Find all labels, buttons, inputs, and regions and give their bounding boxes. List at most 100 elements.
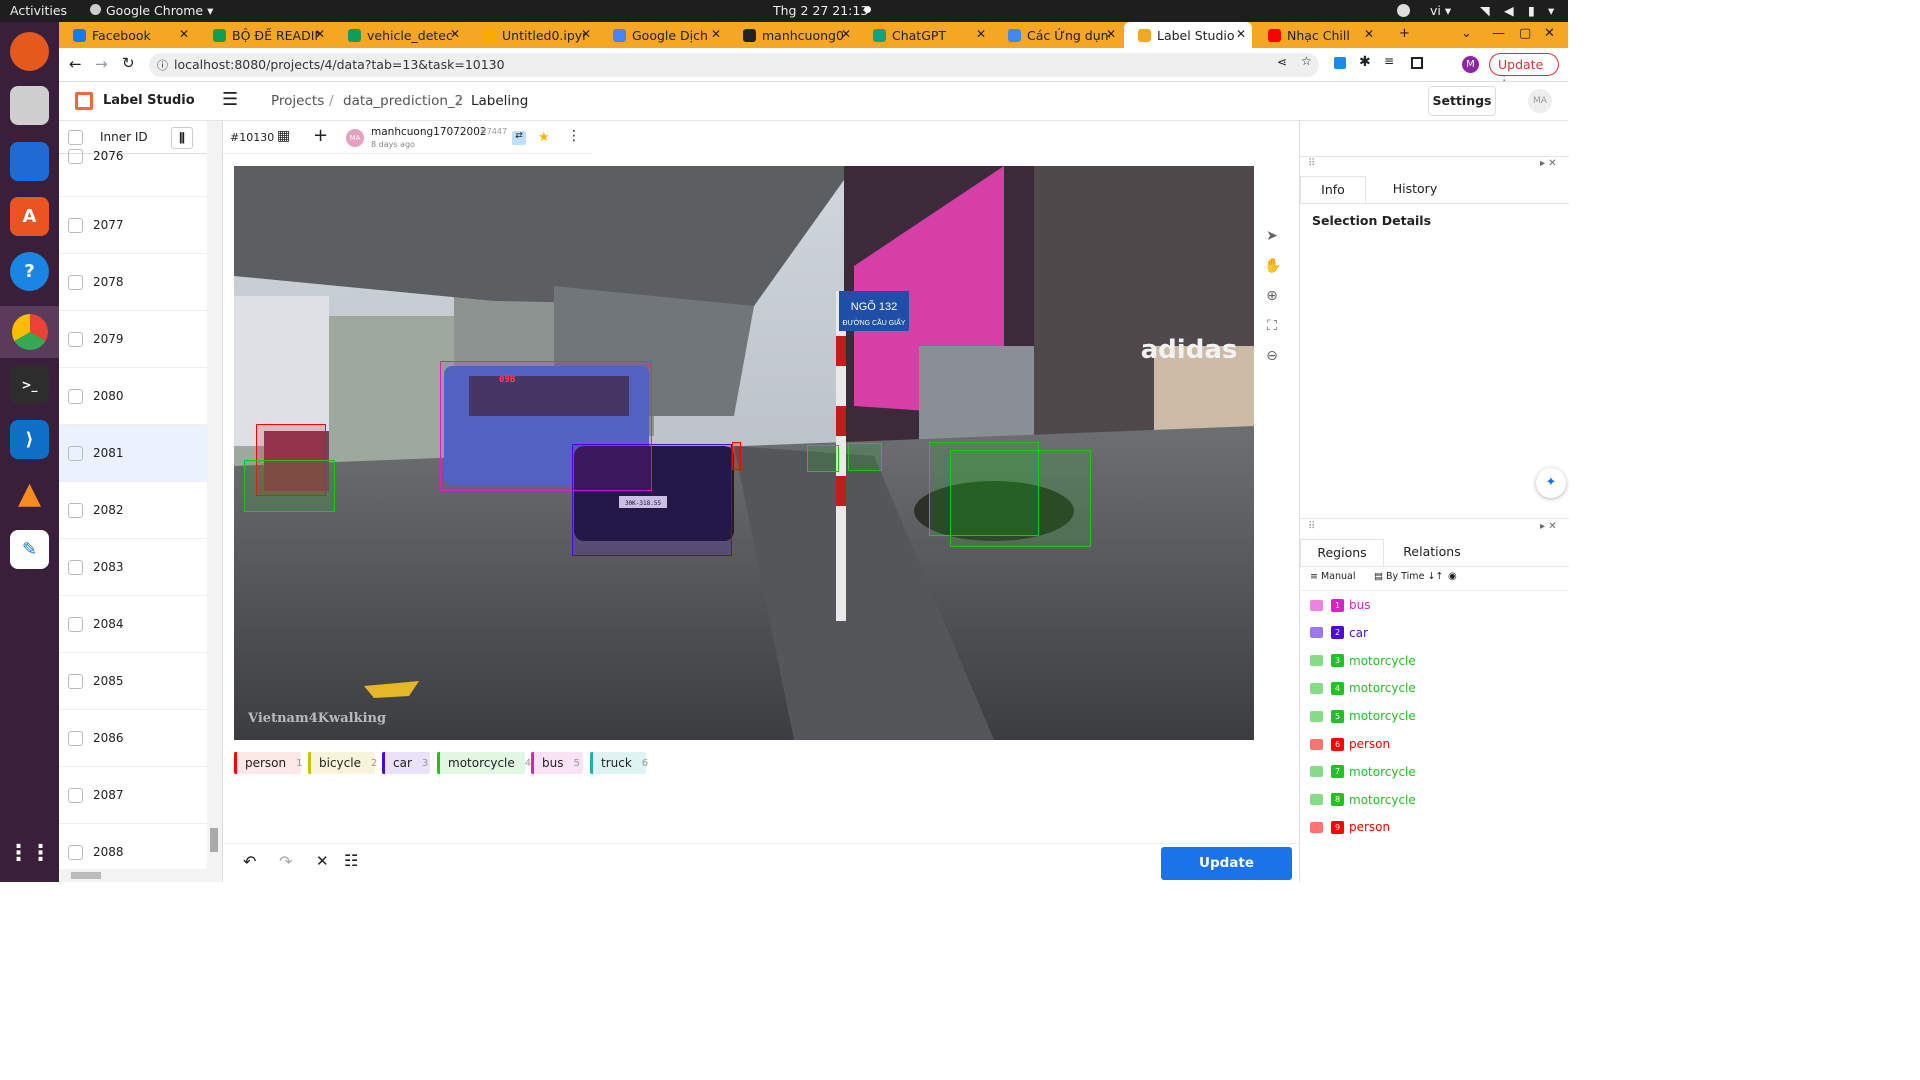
tab-vehicle-detection[interactable]: vehicle_detection✕ (334, 22, 466, 48)
tab-close-icon[interactable]: ✕ (1236, 27, 1246, 41)
row-checkbox[interactable] (68, 445, 83, 461)
region-item[interactable]: 5 motorcycle (1310, 705, 1416, 727)
table-row[interactable]: 2079 (59, 311, 207, 368)
back-icon[interactable]: ← (69, 55, 82, 73)
scroll-thumb[interactable] (210, 828, 218, 852)
columns-icon[interactable]: ⫼ (171, 127, 193, 149)
close-window-icon[interactable]: ✕ (1544, 26, 1555, 41)
table-row[interactable]: 2080 (59, 368, 207, 425)
row-checkbox[interactable] (68, 274, 83, 290)
assistant-fab-icon[interactable]: ✦ (1536, 468, 1566, 498)
tab-close-icon[interactable]: ✕ (841, 27, 851, 41)
region-box-car[interactable] (572, 444, 732, 556)
zoom-out-icon[interactable]: ⊖ (1264, 348, 1280, 364)
files-icon[interactable] (10, 86, 49, 125)
table-row[interactable]: 2076 (59, 149, 207, 197)
row-checkbox[interactable] (68, 616, 83, 632)
row-checkbox[interactable] (68, 844, 83, 860)
tab-untitled0-ipynb[interactable]: Untitled0.ipynb✕ (469, 22, 597, 48)
visibility-toggle-icon[interactable]: ◉ (1448, 571, 1457, 582)
label-bus[interactable]: bus 5 (531, 752, 583, 774)
region-box-motorcycle[interactable] (848, 443, 882, 471)
breadcrumb-projects[interactable]: Projects (271, 93, 324, 109)
label-car[interactable]: car 3 (382, 752, 430, 774)
settings-button[interactable]: Settings (1428, 86, 1496, 116)
tab-history[interactable]: History (1375, 176, 1455, 203)
wifi-icon[interactable]: ◥ (1480, 3, 1490, 18)
tab-close-icon[interactable]: ✕ (711, 27, 721, 41)
tab-facebook[interactable]: Facebook ✕ (59, 22, 195, 48)
list-scrollbar[interactable] (207, 121, 222, 882)
forward-icon[interactable]: → (95, 55, 108, 73)
region-item[interactable]: 8 motorcycle (1310, 789, 1416, 811)
redo-icon[interactable]: ↷ (279, 852, 292, 871)
help-icon[interactable]: ? (10, 252, 49, 291)
vscode-icon[interactable]: ⟩ (10, 420, 49, 459)
clock[interactable]: Thg 2 27 21:13 (773, 3, 868, 18)
new-tab-icon[interactable]: + (1399, 26, 1410, 41)
writer-icon[interactable] (10, 142, 49, 181)
extension-icon[interactable] (1334, 57, 1346, 69)
region-item[interactable]: 6 person (1310, 733, 1390, 755)
reload-icon[interactable]: ↻ (122, 54, 135, 72)
activities-button[interactable]: Activities (10, 3, 67, 18)
region-item[interactable]: 2 car (1310, 622, 1368, 644)
sort-manual[interactable]: ≡ Manual (1310, 571, 1356, 582)
collapse-icon[interactable]: ▸ ✕ (1540, 158, 1557, 169)
select-all-checkbox[interactable] (68, 129, 83, 145)
row-checkbox[interactable] (68, 149, 83, 164)
table-row[interactable]: 2086 (59, 710, 207, 767)
grid-view-icon[interactable]: ▦ (277, 128, 290, 144)
table-row[interactable]: 2082 (59, 482, 207, 539)
relations-icon[interactable]: ⇄ (512, 131, 526, 145)
share-icon[interactable]: ⋖ (1277, 55, 1287, 69)
software-icon[interactable]: A (10, 197, 49, 236)
row-checkbox[interactable] (68, 787, 83, 803)
tab-label-studio[interactable]: Label Studio ✕ (1124, 22, 1252, 48)
row-checkbox[interactable] (68, 673, 83, 689)
tab-google-d-ch[interactable]: Google Dịch ✕ (599, 22, 727, 48)
tab-search-icon[interactable]: ⌄ (1461, 26, 1472, 41)
column-header[interactable]: Inner ID (100, 130, 148, 144)
region-box-motorcycle[interactable] (807, 445, 839, 472)
maximize-icon[interactable]: ▢ (1519, 26, 1531, 41)
hamburger-menu-icon[interactable]: ☰ (222, 89, 238, 110)
tab-close-icon[interactable]: ✕ (1106, 27, 1116, 41)
row-checkbox[interactable] (68, 217, 83, 233)
app-menu[interactable]: Google Chrome ▾ (90, 3, 213, 18)
label-motorcycle[interactable]: motorcycle 4 (437, 752, 531, 774)
row-checkbox[interactable] (68, 730, 83, 746)
tab-b-reading[interactable]: BỘ ĐỀ READING✕ (199, 22, 331, 48)
row-checkbox[interactable] (68, 559, 83, 575)
language-indicator[interactable]: vi ▾ (1430, 3, 1451, 18)
more-options-icon[interactable]: ⋮ (567, 128, 581, 144)
row-checkbox[interactable] (68, 388, 83, 404)
drag-handle-icon[interactable]: ⠿ (1308, 158, 1315, 169)
table-row[interactable]: 2085 (59, 653, 207, 710)
region-item[interactable]: 3 motorcycle (1310, 650, 1416, 672)
undo-icon[interactable]: ↶ (243, 852, 256, 871)
reset-icon[interactable]: ✕ (316, 852, 329, 870)
reading-list-icon[interactable]: ≡ (1384, 54, 1394, 68)
star-icon[interactable]: ★ (538, 130, 550, 145)
chrome-dock-item[interactable] (0, 306, 59, 358)
tab-info[interactable]: Info (1300, 176, 1366, 203)
battery-icon[interactable]: ▮ (1528, 3, 1535, 18)
image-canvas[interactable]: NGÕ 132 ĐƯỜNG CẦU GIẤY adidas 09B 30K-31… (234, 166, 1254, 740)
hscroll-thumb[interactable] (71, 872, 101, 879)
pointer-tool-icon[interactable]: ➤ (1264, 228, 1280, 244)
minimize-icon[interactable]: — (1492, 26, 1505, 41)
vlc-icon[interactable]: ▲ (10, 474, 49, 513)
region-box-person[interactable] (732, 442, 741, 470)
tab-close-icon[interactable]: ✕ (179, 27, 189, 41)
sidepanel-icon[interactable] (1411, 57, 1423, 69)
pan-tool-icon[interactable]: ✋ (1264, 258, 1281, 274)
tab-nh-c-chill[interactable]: Nhạc Chill ✕ (1254, 22, 1380, 48)
table-row[interactable]: 2077 (59, 197, 207, 254)
table-row[interactable]: 2084 (59, 596, 207, 653)
tab-manhcuong02[interactable]: manhcuong02 ✕ (729, 22, 857, 48)
row-checkbox[interactable] (68, 331, 83, 347)
tab-close-icon[interactable]: ✕ (581, 27, 591, 41)
tab-close-icon[interactable]: ✕ (315, 27, 325, 41)
label-person[interactable]: person 1 (234, 752, 303, 774)
